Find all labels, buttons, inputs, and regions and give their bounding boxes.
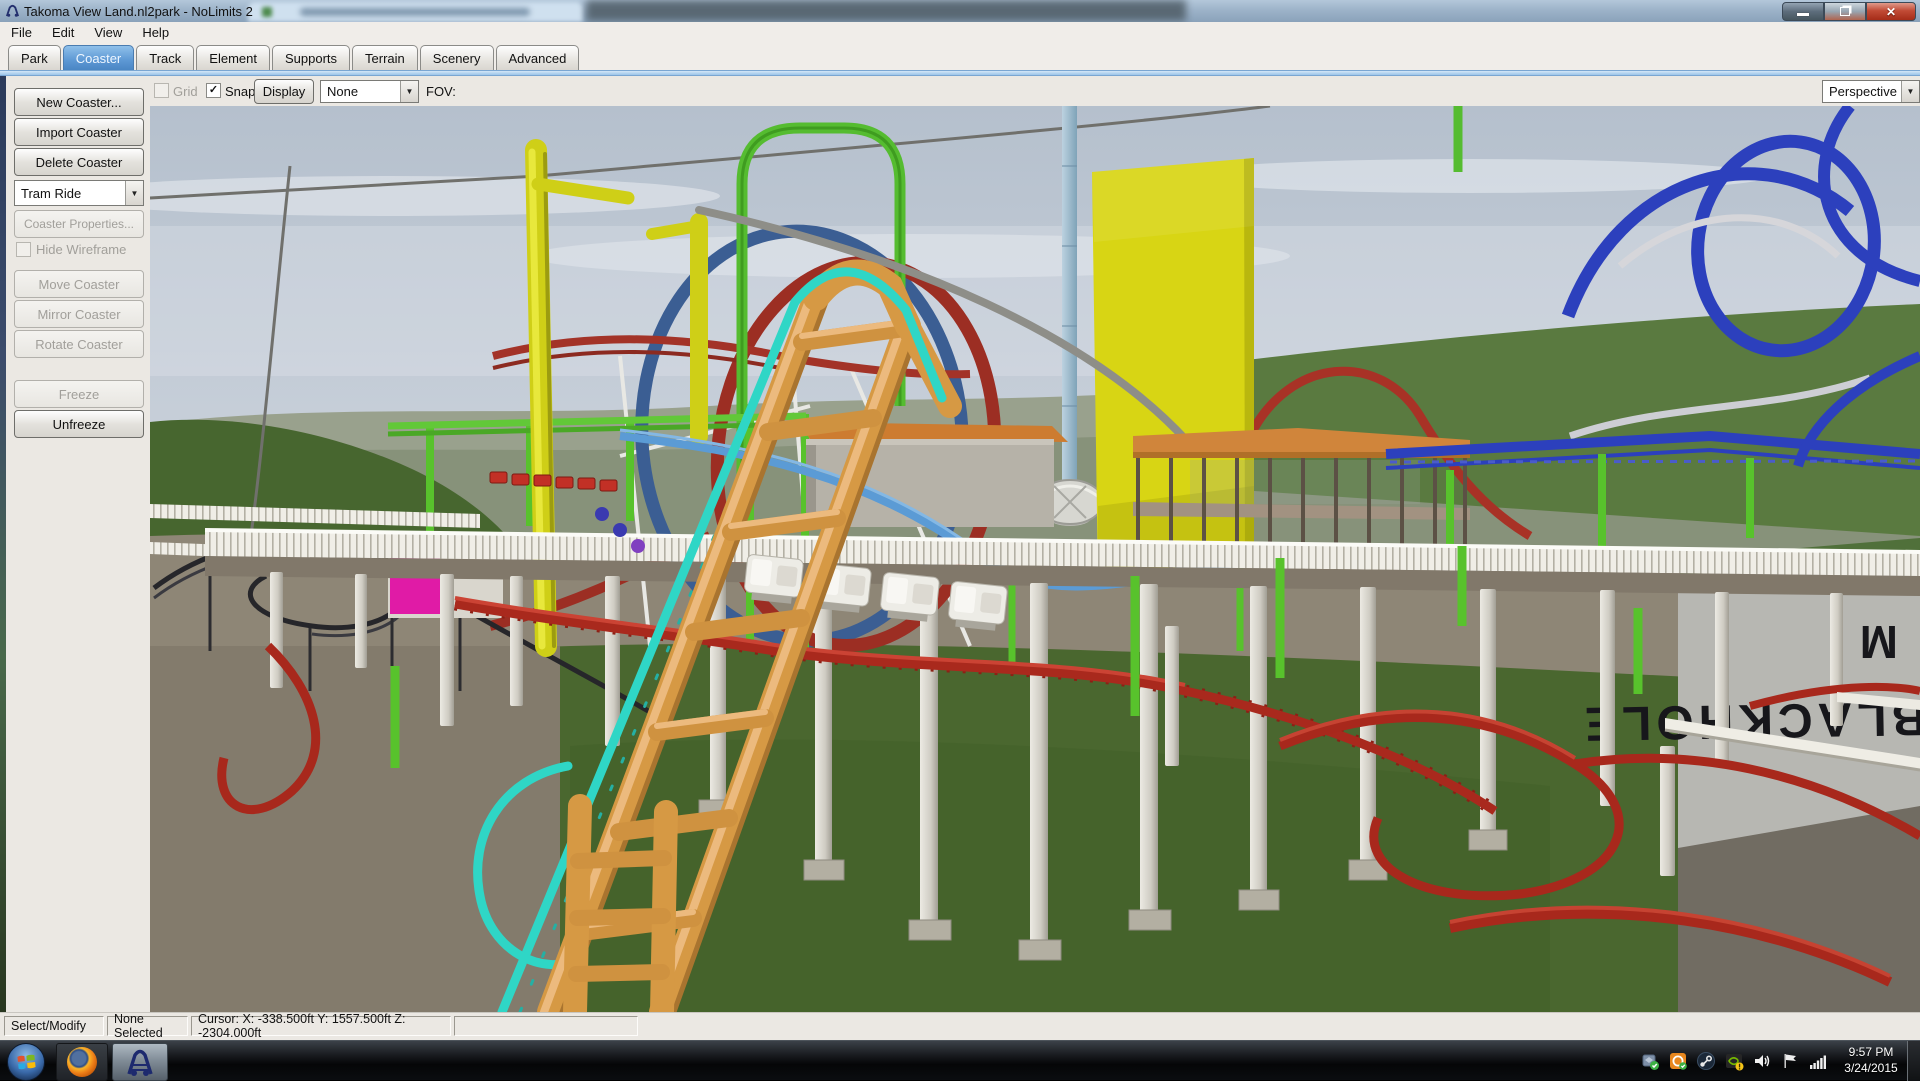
clock-time: 9:57 PM [1840, 1044, 1902, 1060]
display-mode-dropdown[interactable]: None ▼ [320, 80, 419, 103]
volume-icon[interactable] [1752, 1051, 1772, 1071]
mirror-coaster-button: Mirror Coaster [14, 300, 144, 328]
chevron-down-icon: ▼ [1901, 81, 1919, 102]
show-desktop-button[interactable] [1907, 1041, 1920, 1081]
network-flag-icon[interactable] [1780, 1051, 1800, 1071]
viewport-3d[interactable]: M BLACKHOLE [150, 106, 1920, 1012]
freeze-button: Freeze [14, 380, 144, 408]
hide-wireframe-label: Hide Wireframe [36, 242, 126, 257]
taskbar-firefox-button[interactable] [56, 1043, 108, 1081]
menu-view[interactable]: View [85, 24, 131, 41]
tab-park[interactable]: Park [8, 45, 61, 70]
rotate-coaster-button: Rotate Coaster [14, 330, 144, 358]
background-window-blurred [586, 0, 1186, 21]
status-empty-cell [454, 1016, 638, 1036]
status-bar: Select/Modify None Selected Cursor: X: -… [0, 1012, 1920, 1040]
background-tab-favicon [262, 7, 272, 17]
status-mode: Select/Modify [4, 1016, 104, 1036]
taskbar-clock[interactable]: 9:57 PM 3/24/2015 [1840, 1044, 1902, 1076]
restore-icon [1840, 7, 1850, 16]
minimize-button[interactable] [1782, 2, 1824, 21]
park-scene: M BLACKHOLE [150, 106, 1920, 1012]
hide-wireframe-checkbox [16, 242, 31, 257]
snap-checkbox[interactable]: ✓ [206, 83, 221, 98]
steam-icon[interactable] [1696, 1051, 1716, 1071]
tab-supports[interactable]: Supports [272, 45, 350, 70]
tab-scenery[interactable]: Scenery [420, 45, 494, 70]
menu-edit[interactable]: Edit [43, 24, 83, 41]
move-coaster-button: Move Coaster [14, 270, 144, 298]
system-tray [1632, 1041, 1828, 1081]
app-coaster-icon [5, 3, 20, 18]
screen: { "window": { "title": "Takoma View Land… [0, 0, 1920, 1080]
svg-text:M: M [1860, 616, 1898, 668]
taskbar: 9:57 PM 3/24/2015 [0, 1040, 1920, 1080]
taskbar-nolimits2-button[interactable] [112, 1043, 168, 1081]
window-controls: ✕ [1782, 2, 1916, 21]
close-button[interactable]: ✕ [1866, 2, 1916, 21]
sync-check-icon[interactable] [1640, 1051, 1660, 1071]
nolimits2-coaster-icon [125, 1047, 155, 1077]
fov-label: FOV: [426, 84, 456, 99]
start-button[interactable] [7, 1043, 45, 1081]
coaster-panel: New Coaster... Import Coaster Delete Coa… [6, 76, 150, 1012]
tab-track[interactable]: Track [136, 45, 194, 70]
menu-bar: File Edit View Help [0, 22, 1920, 42]
tab-advanced[interactable]: Advanced [496, 45, 580, 70]
tab-terrain[interactable]: Terrain [352, 45, 418, 70]
window-title: Takoma View Land.nl2park - NoLimits 2 [24, 4, 253, 19]
status-selection: None Selected [107, 1016, 188, 1036]
import-coaster-button[interactable]: Import Coaster [14, 118, 144, 146]
new-coaster-button[interactable]: New Coaster... [14, 88, 144, 116]
restore-button[interactable] [1824, 2, 1866, 21]
tab-coaster[interactable]: Coaster [63, 45, 135, 70]
unfreeze-button[interactable]: Unfreeze [14, 410, 144, 438]
status-cursor-coordinates: Cursor: X: -338.500ft Y: 1557.500ft Z: -… [191, 1016, 451, 1036]
chevron-down-icon: ▼ [125, 181, 143, 205]
coaster-properties-button: Coaster Properties... [14, 210, 144, 238]
signal-bars-icon[interactable] [1808, 1051, 1828, 1071]
grid-checkbox [154, 83, 169, 98]
delete-coaster-button[interactable]: Delete Coaster [14, 148, 144, 176]
close-icon: ✕ [1886, 5, 1896, 19]
minimize-icon [1797, 13, 1809, 16]
grid-label: Grid [173, 84, 198, 99]
mode-tab-bar: Park Coaster Track Element Supports Terr… [0, 42, 1920, 70]
background-tab-text-blur [300, 8, 530, 16]
viewport-toolbar: Grid ✓ Snap Display None ▼ FOV: Perspect… [150, 76, 1920, 106]
windows-logo-icon [17, 1054, 36, 1071]
display-button[interactable]: Display [254, 79, 314, 104]
menu-help[interactable]: Help [133, 24, 178, 41]
clock-date: 3/24/2015 [1840, 1060, 1902, 1076]
nvidia-settings-icon[interactable] [1724, 1051, 1744, 1071]
tab-element[interactable]: Element [196, 45, 270, 70]
chevron-down-icon: ▼ [400, 81, 418, 102]
menu-file[interactable]: File [2, 24, 41, 41]
snap-label: Snap [225, 84, 255, 99]
orange-updater-icon[interactable] [1668, 1051, 1688, 1071]
camera-mode-dropdown[interactable]: Perspective ▼ [1822, 80, 1920, 103]
title-bar: Takoma View Land.nl2park - NoLimits 2 ✕ [0, 0, 1920, 23]
coaster-select-dropdown[interactable]: Tram Ride ▼ [14, 180, 144, 206]
firefox-icon [67, 1047, 97, 1077]
